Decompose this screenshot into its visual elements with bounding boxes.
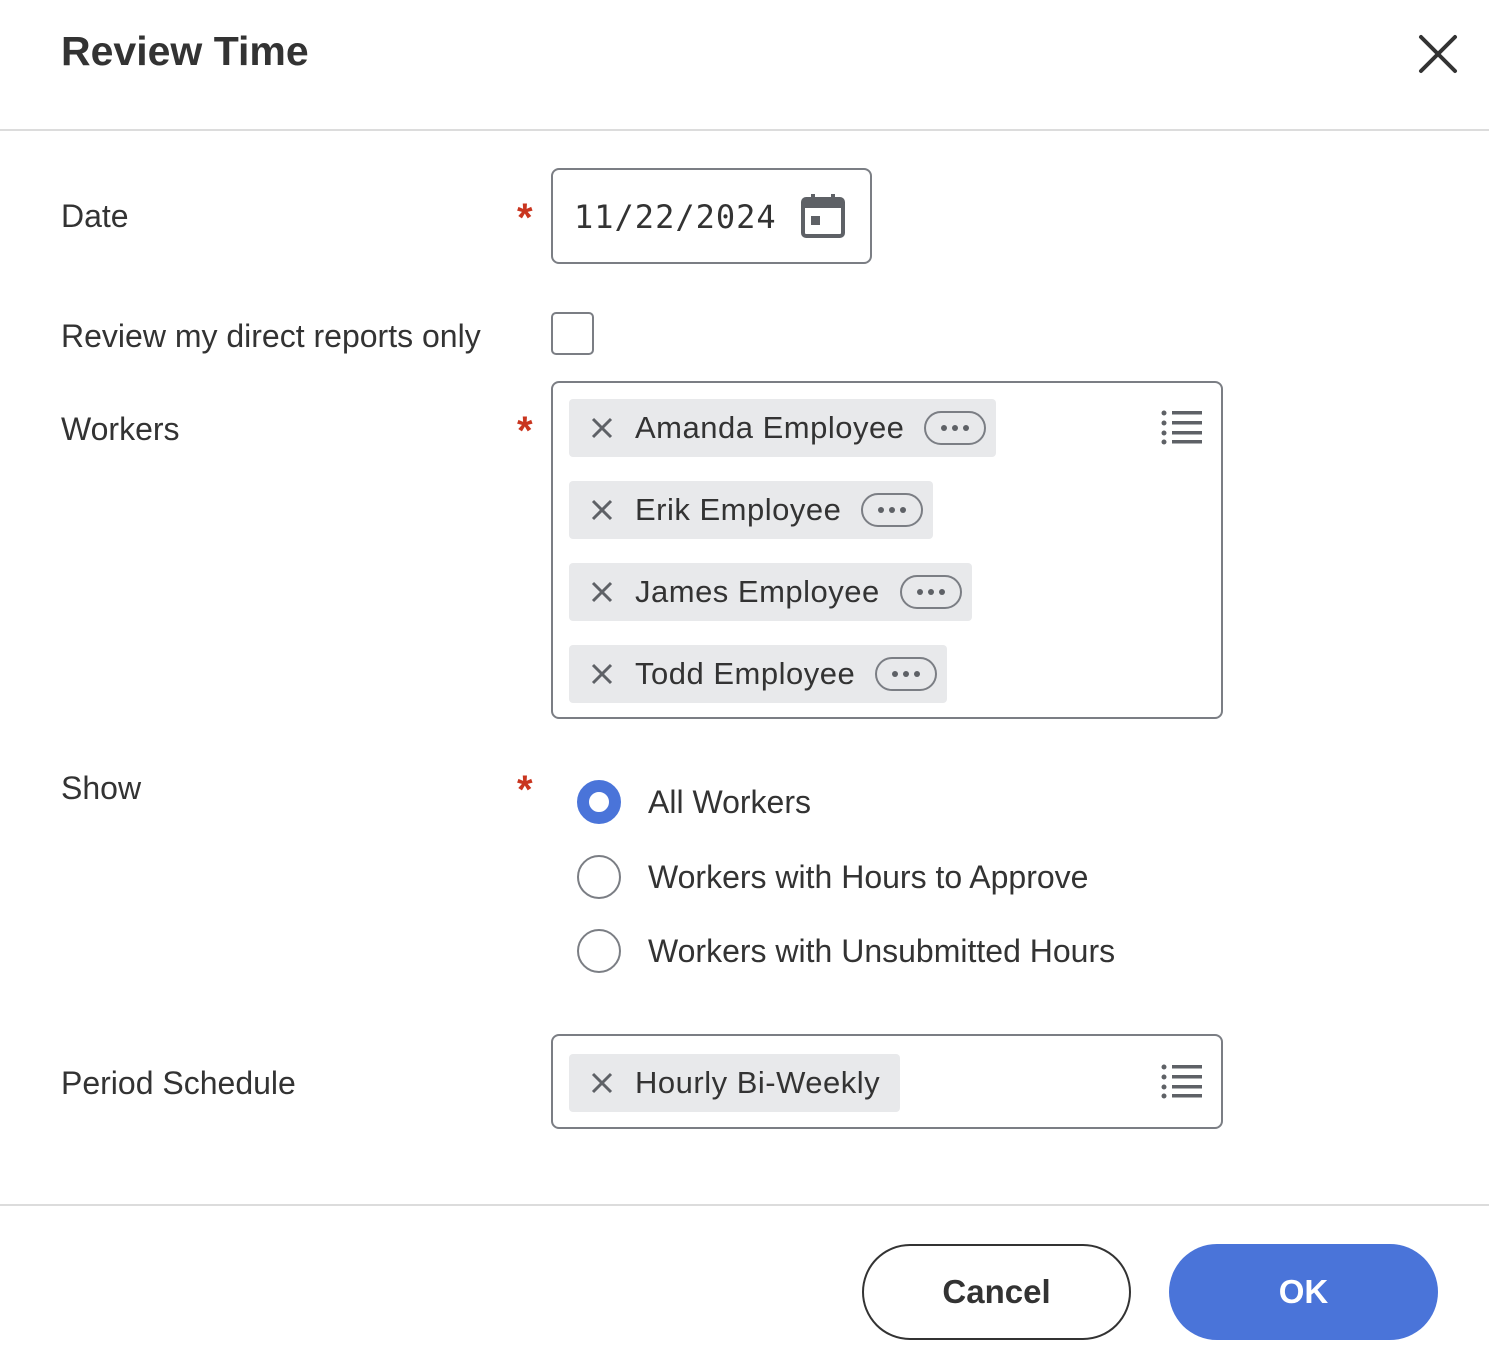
worker-name: James Employee — [635, 574, 880, 609]
workers-required-marker: * — [517, 409, 533, 453]
workers-multiselect[interactable]: Amanda Employee Erik Employee James Empl… — [551, 381, 1223, 719]
ellipsis-icon — [892, 671, 899, 677]
radio-unsubmitted-hours[interactable]: Workers with Unsubmitted Hours — [577, 929, 1115, 973]
radio-label: Workers with Unsubmitted Hours — [648, 932, 1116, 969]
period-schedule-multiselect[interactable]: Hourly Bi-Weekly — [551, 1034, 1223, 1129]
show-required-marker: * — [517, 768, 533, 812]
worker-name: Erik Employee — [635, 492, 842, 527]
date-label: Date — [61, 198, 129, 234]
radio-hours-to-approve[interactable]: Workers with Hours to Approve — [577, 855, 1088, 899]
ellipsis-icon — [941, 425, 948, 431]
radio-label: Workers with Hours to Approve — [648, 858, 1089, 895]
worker-pill: Erik Employee — [569, 481, 934, 539]
calendar-icon[interactable] — [800, 193, 846, 239]
worker-name: Amanda Employee — [635, 410, 905, 445]
ellipsis-icon — [878, 507, 885, 513]
close-button[interactable] — [1412, 28, 1464, 80]
period-schedule-label: Period Schedule — [61, 1065, 296, 1101]
radio-all-workers[interactable]: All Workers — [577, 780, 811, 824]
remove-icon[interactable] — [585, 1066, 619, 1100]
date-required-marker: * — [517, 196, 533, 240]
remove-icon[interactable] — [585, 657, 619, 691]
more-options-button[interactable] — [899, 575, 962, 609]
workers-label: Workers — [61, 411, 180, 447]
list-icon[interactable] — [1161, 409, 1203, 445]
ellipsis-icon — [916, 589, 923, 595]
remove-icon[interactable] — [585, 575, 619, 609]
cancel-button[interactable]: Cancel — [862, 1244, 1131, 1340]
footer-divider — [0, 1204, 1489, 1206]
more-options-button[interactable] — [861, 493, 924, 527]
date-field[interactable]: 11/22/2024 — [551, 168, 872, 264]
worker-pill: Amanda Employee — [569, 399, 997, 457]
list-icon[interactable] — [1161, 1063, 1203, 1099]
ok-button[interactable]: OK — [1169, 1244, 1438, 1340]
remove-icon[interactable] — [585, 411, 619, 445]
radio-button[interactable] — [577, 855, 621, 899]
worker-name: Todd Employee — [635, 656, 856, 691]
more-options-button[interactable] — [875, 657, 938, 691]
radio-button-selected[interactable] — [577, 780, 621, 824]
show-label: Show — [61, 770, 142, 806]
direct-reports-checkbox[interactable] — [551, 312, 594, 355]
more-options-button[interactable] — [924, 411, 987, 445]
worker-pill: James Employee — [569, 563, 972, 621]
period-schedule-name: Hourly Bi-Weekly — [635, 1065, 881, 1100]
date-value[interactable]: 11/22/2024 — [574, 198, 777, 236]
dialog-header: Review Time — [0, 0, 1489, 131]
direct-reports-label: Review my direct reports only — [61, 318, 481, 354]
radio-label: All Workers — [648, 783, 811, 820]
dialog-title: Review Time — [61, 28, 309, 74]
worker-pill: Todd Employee — [569, 645, 948, 703]
radio-button[interactable] — [577, 929, 621, 973]
period-schedule-pill: Hourly Bi-Weekly — [569, 1054, 901, 1112]
remove-icon[interactable] — [585, 493, 619, 527]
close-icon — [1419, 35, 1457, 73]
